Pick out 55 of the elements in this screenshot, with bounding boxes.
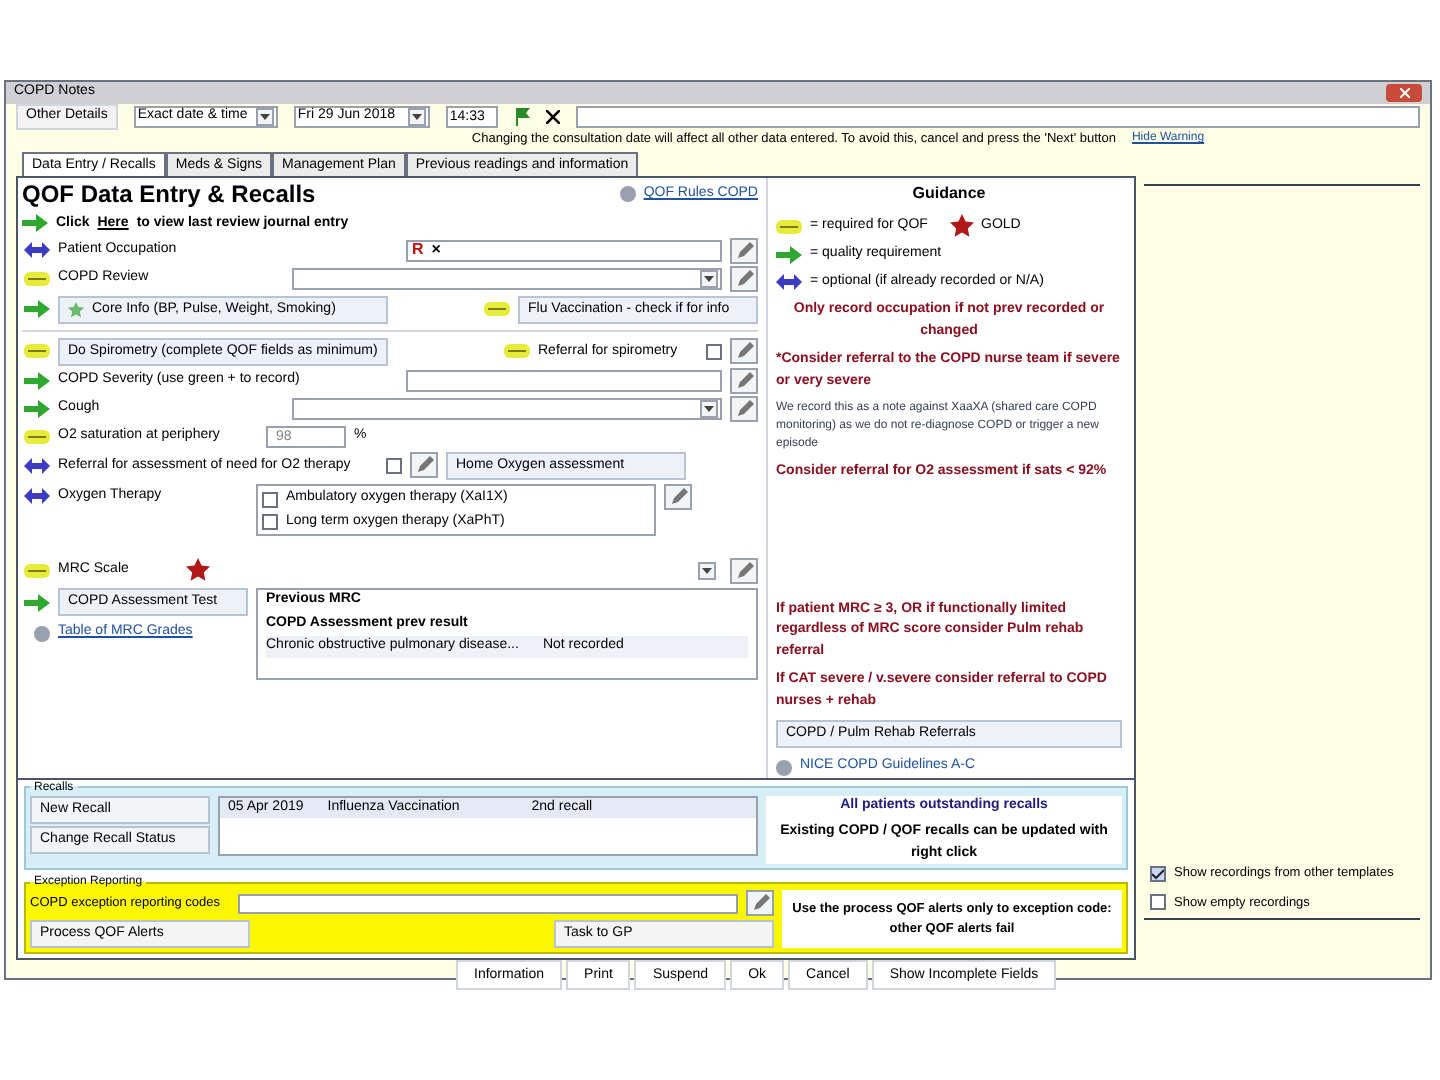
arrow-right-icon — [22, 214, 48, 233]
notes-field[interactable] — [575, 105, 1420, 127]
checkbox[interactable] — [706, 343, 722, 360]
flag-icon[interactable] — [513, 107, 530, 125]
star-icon — [186, 558, 210, 583]
checkbox[interactable] — [262, 514, 278, 530]
double-arrow-icon — [23, 488, 49, 505]
qof-tag-icon — [23, 344, 49, 359]
pencil-button[interactable] — [730, 265, 758, 292]
pencil-button[interactable] — [730, 557, 758, 584]
pencil-button[interactable] — [730, 395, 758, 422]
qof-tag-icon — [504, 344, 530, 359]
guidance-title: Guidance — [910, 182, 988, 207]
page-heading: QOF Data Entry & Recalls — [22, 178, 316, 213]
close-icon — [1399, 87, 1409, 98]
double-arrow-icon — [776, 274, 802, 290]
text-field[interactable]: R × — [406, 239, 722, 262]
text-field[interactable] — [406, 369, 722, 392]
dropdown-arrow-icon[interactable] — [700, 399, 718, 418]
close-button[interactable] — [1386, 83, 1422, 102]
pencil-button[interactable] — [730, 338, 758, 365]
qof-tag-icon — [23, 271, 49, 286]
checkbox[interactable] — [386, 457, 402, 474]
qof-tag-icon — [776, 219, 802, 234]
pencil-button[interactable] — [746, 890, 774, 917]
double-arrow-icon — [23, 457, 49, 474]
dropdown-field[interactable] — [698, 559, 722, 582]
pencil-button[interactable] — [410, 452, 438, 479]
qof-tag-icon — [23, 429, 49, 444]
star-icon — [68, 301, 84, 318]
qof-tag-icon — [23, 563, 49, 578]
checkbox[interactable] — [262, 491, 278, 507]
dropdown-arrow-icon[interactable] — [698, 561, 716, 580]
dropdown-arrow-icon[interactable] — [700, 269, 718, 288]
pencil-button[interactable] — [730, 237, 758, 264]
pencil-button[interactable] — [730, 367, 758, 394]
dropdown-arrow-icon[interactable] — [255, 107, 274, 125]
star-icon — [949, 214, 973, 239]
checkbox[interactable] — [1150, 865, 1166, 882]
dropdown-field[interactable] — [292, 267, 722, 290]
dropdown-arrow-icon[interactable] — [407, 107, 426, 125]
pencil-button[interactable] — [664, 484, 692, 511]
code-mark: R — [412, 242, 424, 259]
clear-icon[interactable] — [545, 109, 560, 123]
arrow-right-icon — [23, 371, 49, 390]
arrow-right-icon — [23, 300, 49, 319]
arrow-right-icon — [23, 593, 49, 612]
checkbox[interactable] — [1150, 894, 1166, 911]
double-arrow-icon — [23, 242, 49, 259]
dropdown-field[interactable] — [292, 397, 722, 420]
exception-code-field[interactable] — [238, 893, 738, 914]
code-mark: × — [431, 242, 441, 259]
arrow-right-icon — [23, 399, 49, 418]
arrow-right-icon — [776, 246, 802, 264]
qof-tag-icon — [484, 302, 510, 317]
